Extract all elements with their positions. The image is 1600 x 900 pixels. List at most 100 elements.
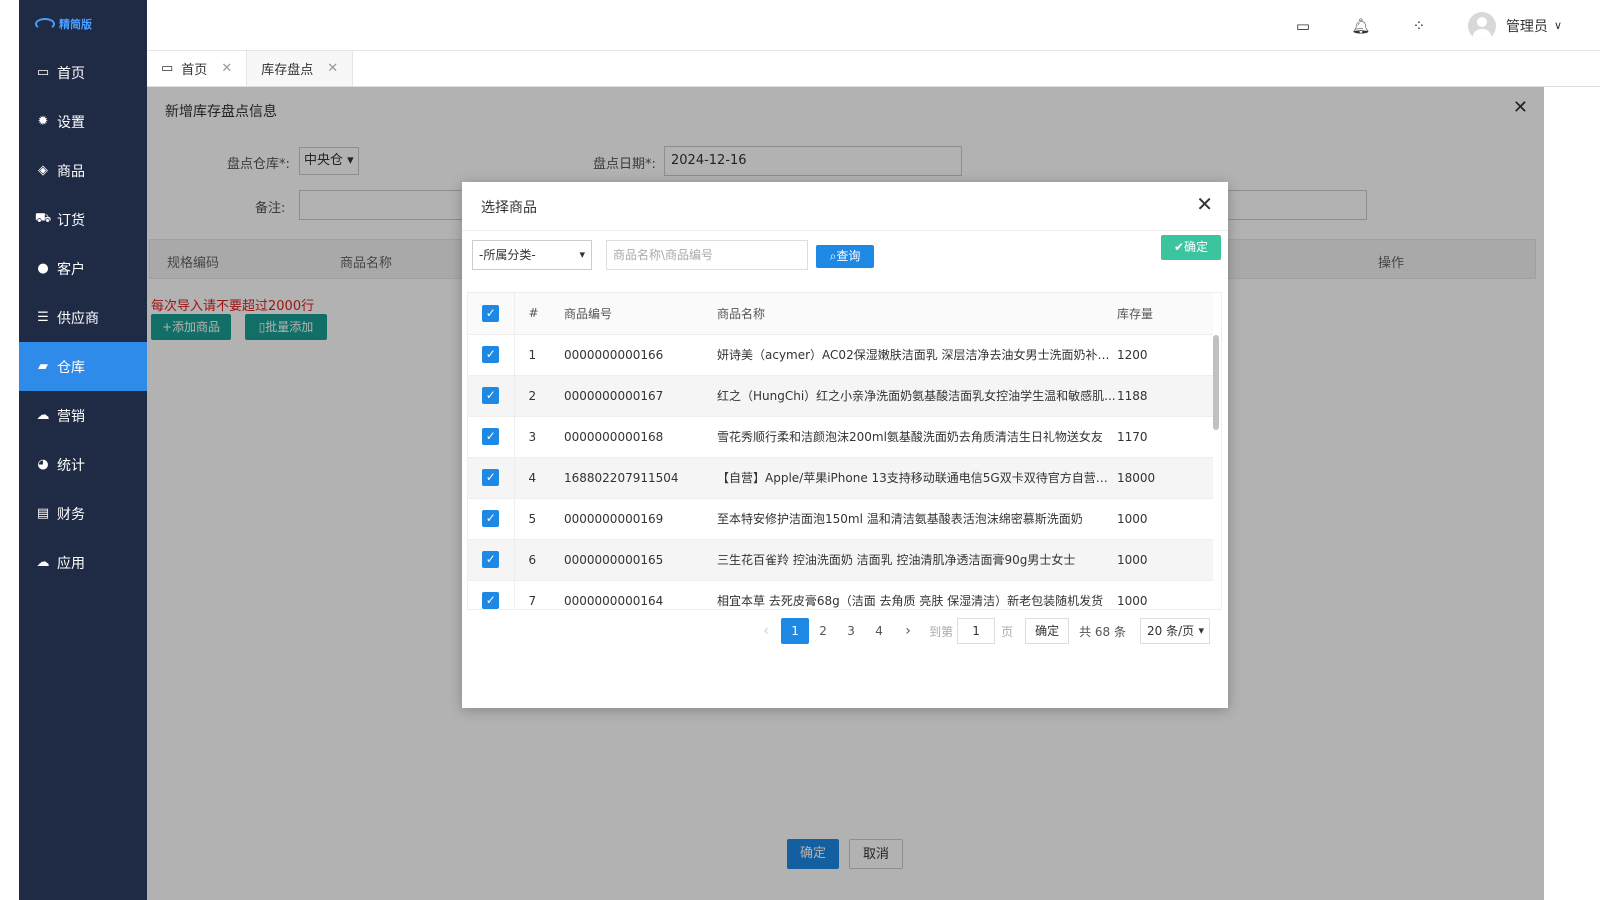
page-size-value: 20 条/页: [1147, 624, 1195, 638]
user-menu[interactable]: 管理员 ∨: [1467, 11, 1562, 40]
row-code: 0000000000168: [552, 416, 705, 458]
cloud-icon: ☁: [36, 408, 50, 423]
row-index: 5: [514, 498, 552, 540]
row-index: 3: [514, 416, 552, 458]
page-button-2[interactable]: 2: [809, 618, 837, 644]
query-button[interactable]: ⌕查询: [816, 245, 874, 268]
dialog-title: 选择商品: [481, 200, 537, 216]
chevron-down-icon: ▾: [579, 248, 585, 261]
sidebar-item-products[interactable]: ◈ 商品: [19, 146, 147, 195]
refresh-icon[interactable]: ⁘: [1390, 17, 1448, 35]
row-stock: 1000: [1117, 580, 1213, 609]
row-code: 0000000000166: [552, 334, 705, 376]
select-all-checkbox[interactable]: ✓: [468, 293, 515, 335]
sidebar-item-label: 仓库: [57, 359, 85, 376]
goto-page-input[interactable]: 1: [957, 618, 996, 644]
row-name: 至本特安修护洁面泡150ml 温和清洁氨基酸表活泡沫绵密慕斯洗面奶: [705, 498, 1117, 540]
row-checkbox[interactable]: ✓: [468, 539, 515, 581]
row-checkbox[interactable]: ✓: [468, 457, 515, 499]
table-row[interactable]: ✓ 5 0000000000169 至本特安修护洁面泡150ml 温和清洁氨基酸…: [468, 498, 1213, 540]
sidebar-item-customers[interactable]: ● 客户: [19, 244, 147, 293]
monitor-icon[interactable]: ▭: [1274, 17, 1332, 35]
sidebar-item-label: 商品: [57, 163, 85, 180]
user-icon: ●: [37, 261, 49, 276]
sidebar-item-finance[interactable]: ▤ 财务: [19, 489, 147, 538]
server-icon: ☰: [37, 310, 49, 325]
page-unit-label: 页: [1001, 624, 1014, 639]
tab-bar: ▭ 首页 ✕ 库存盘点 ✕: [147, 51, 1600, 87]
cloud-icon: ☁: [36, 555, 50, 570]
row-checkbox[interactable]: ✓: [468, 334, 515, 376]
sidebar-item-apps[interactable]: ☁ 应用: [19, 538, 147, 587]
table-row[interactable]: ✓ 4 168802207911504 【自营】Apple/苹果iPhone 1…: [468, 457, 1213, 499]
tab-inventory-count[interactable]: 库存盘点 ✕: [247, 51, 354, 86]
sidebar-item-marketing[interactable]: ☁ 营销: [19, 391, 147, 440]
bell-icon[interactable]: 🔔︎: [1332, 17, 1390, 35]
sidebar-item-label: 供应商: [57, 310, 99, 327]
table-row[interactable]: ✓ 1 0000000000166 妍诗美（acymer）AC02保湿嫩肤洁面乳…: [468, 334, 1213, 376]
tab-label: 首页: [181, 63, 208, 78]
check-icon: ✔: [1173, 240, 1185, 254]
next-page-icon[interactable]: ›: [893, 623, 923, 639]
table-row[interactable]: ✓ 3 0000000000168 雪花秀顺行柔和洁颜泡沫200ml氨基酸洗面奶…: [468, 416, 1213, 458]
top-actions: ▭ 🔔︎ ⁘ 管理员 ∨: [1274, 0, 1600, 51]
row-code: 168802207911504: [552, 457, 705, 499]
row-index: 7: [514, 580, 552, 609]
page-button-1[interactable]: 1: [781, 618, 810, 644]
column-index: #: [514, 293, 552, 335]
app-logo[interactable]: 精简版: [19, 0, 147, 48]
row-checkbox[interactable]: ✓: [468, 498, 515, 540]
tab-home[interactable]: ▭ 首页 ✕: [147, 51, 248, 86]
row-stock: 1000: [1117, 539, 1213, 581]
row-code: 0000000000167: [552, 375, 705, 417]
sidebar-item-suppliers[interactable]: ☰ 供应商: [19, 293, 147, 342]
goto-confirm-button[interactable]: 确定: [1025, 618, 1070, 644]
table-row[interactable]: ✓ 2 0000000000167 红之（HungChi）红之小亲净洗面奶氨基酸…: [468, 375, 1213, 417]
sidebar-item-label: 订货: [57, 212, 85, 229]
cube-icon: ◈: [38, 163, 48, 178]
row-name: 妍诗美（acymer）AC02保湿嫩肤洁面乳 深层洁净去油女男士洗面奶补水...: [705, 334, 1117, 376]
sidebar-item-warehouse[interactable]: ▰ 仓库: [19, 342, 147, 391]
check-icon: ✓: [482, 387, 500, 404]
monitor-icon: ▭: [36, 65, 50, 80]
table-scrollbar[interactable]: [1213, 335, 1219, 430]
row-stock: 1170: [1117, 416, 1213, 458]
close-icon[interactable]: ✕: [1196, 192, 1213, 216]
page-button-4[interactable]: 4: [865, 618, 893, 644]
close-icon[interactable]: ✕: [327, 61, 338, 76]
total-count: 共 68 条: [1079, 624, 1126, 639]
row-name: 红之（HungChi）红之小亲净洗面奶氨基酸洁面乳女控油学生温和敏感肌...: [705, 375, 1117, 417]
row-stock: 1188: [1117, 375, 1213, 417]
category-select[interactable]: -所属分类- ▾: [472, 240, 592, 270]
close-icon[interactable]: ✕: [221, 61, 232, 76]
column-name: 商品名称: [705, 293, 1117, 335]
row-checkbox[interactable]: ✓: [468, 375, 515, 417]
row-index: 1: [514, 334, 552, 376]
sidebar-item-home[interactable]: ▭ 首页: [19, 48, 147, 97]
row-stock: 1200: [1117, 334, 1213, 376]
sidebar-item-statistics[interactable]: ◕ 统计: [19, 440, 147, 489]
avatar: [1467, 11, 1496, 40]
table-row[interactable]: ✓ 6 0000000000165 三生花百雀羚 控油洗面奶 洁面乳 控油清肌净…: [468, 539, 1213, 581]
search-input[interactable]: 商品名称\商品编号: [606, 240, 808, 270]
gear-icon: ✹: [37, 114, 49, 129]
confirm-label: 确定: [1184, 240, 1209, 254]
chevron-down-icon: ▾: [1198, 624, 1204, 637]
row-checkbox[interactable]: ✓: [468, 580, 515, 609]
page-size-select[interactable]: 20 条/页 ▾: [1140, 618, 1210, 644]
table-row[interactable]: ✓ 7 0000000000164 相宜本草 去死皮膏68g（洁面 去角质 亮肤…: [468, 580, 1213, 609]
sidebar: 精简版 ▭ 首页 ✹ 设置 ◈ 商品 ⛟ 订货 ● 客户 ☰ 供应商 ▰ 仓库 …: [19, 0, 147, 900]
row-code: 0000000000169: [552, 498, 705, 540]
row-name: 三生花百雀羚 控油洗面奶 洁面乳 控油清肌净透洁面膏90g男士女士: [705, 539, 1117, 581]
sidebar-item-settings[interactable]: ✹ 设置: [19, 97, 147, 146]
chevron-down-icon: ∨: [1553, 19, 1562, 32]
row-checkbox[interactable]: ✓: [468, 416, 515, 458]
sidebar-item-orders[interactable]: ⛟ 订货: [19, 195, 147, 244]
confirm-button[interactable]: ✔确定: [1161, 235, 1221, 260]
row-index: 2: [514, 375, 552, 417]
page-button-3[interactable]: 3: [837, 618, 865, 644]
check-icon: ✓: [482, 428, 500, 445]
prev-page-icon[interactable]: ‹: [751, 623, 781, 639]
row-stock: 18000: [1117, 457, 1213, 499]
row-code: 0000000000165: [552, 539, 705, 581]
